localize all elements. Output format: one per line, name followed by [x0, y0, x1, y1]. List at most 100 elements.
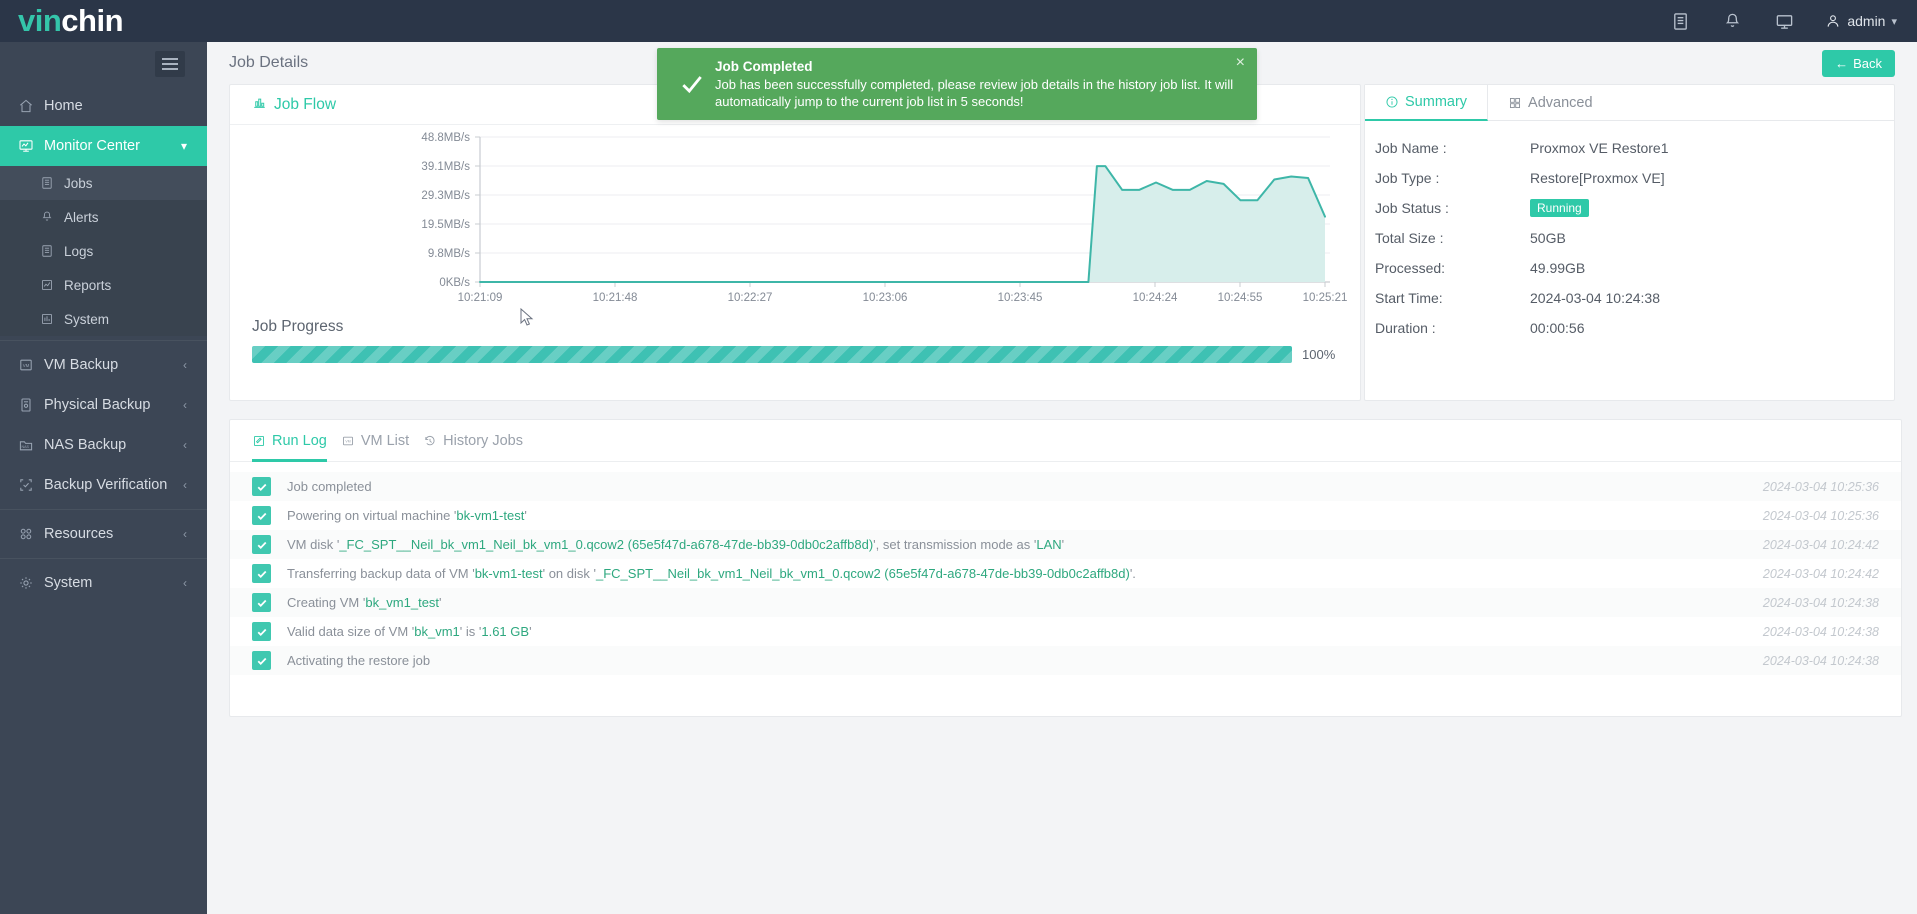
log-timestamp: 2024-03-04 10:24:42: [1762, 566, 1879, 581]
log-status-check-icon: [252, 477, 271, 496]
sidebar-item-system[interactable]: System ‹: [0, 563, 207, 603]
log-row: Job completed 2024-03-04 10:25:36: [230, 472, 1901, 501]
summary-row-job-status: Job Status : Running: [1365, 193, 1894, 223]
sidebar-item-label: Backup Verification: [44, 477, 168, 493]
runlog-icon: [253, 435, 265, 446]
brand-vin: vin: [18, 3, 62, 38]
chevron-left-icon: ‹: [183, 576, 187, 590]
sidebar-item-nas-backup[interactable]: NAS NAS Backup ‹: [0, 425, 207, 465]
log-panel: Run Log VM VM List History Jobs Job comp…: [229, 419, 1902, 717]
bell-icon[interactable]: [1721, 10, 1743, 32]
tab-advanced[interactable]: Advanced: [1488, 85, 1613, 120]
log-status-check-icon: [252, 506, 271, 525]
vmlist-icon: VM: [342, 436, 353, 445]
summary-key: Job Name :: [1375, 140, 1447, 156]
summary-key: Job Type :: [1375, 170, 1440, 186]
chevron-down-icon: ▾: [180, 139, 187, 153]
tab-vm-list[interactable]: VM VM List: [341, 420, 409, 462]
monitor-icon[interactable]: [1773, 10, 1795, 32]
sidebar-item-home[interactable]: Home: [0, 86, 207, 126]
sidebar-item-alerts[interactable]: Alerts: [0, 200, 207, 234]
log-timestamp: 2024-03-04 10:24:38: [1762, 624, 1879, 639]
grid-icon: [1510, 97, 1521, 108]
job-flow-chart: 48.8MB/s 39.1MB/s 29.3MB/s 19.5MB/s 9.8M…: [230, 125, 1362, 326]
sidebar-subitem-label: Jobs: [64, 175, 93, 191]
history-icon: [425, 435, 435, 445]
nas-icon: NAS: [18, 437, 44, 453]
menu-toggle-button[interactable]: [155, 51, 185, 77]
summary-row-processed: Processed: 49.99GB: [1365, 253, 1894, 283]
tab-summary[interactable]: Summary: [1365, 85, 1489, 121]
sidebar-item-logs[interactable]: Logs: [0, 234, 207, 268]
log-timestamp: 2024-03-04 10:24:38: [1762, 653, 1879, 668]
monitor-center-icon: [18, 138, 44, 154]
job-flow-panel: Job Flow 48.8MB/s 39.1MB/s 29.3MB/s 19.5…: [229, 84, 1361, 401]
job-progress-row: 100%: [252, 346, 1338, 363]
chevron-left-icon: ‹: [183, 438, 187, 452]
log-message: Job completed: [287, 479, 372, 494]
x-tick-label: 10:22:27: [728, 292, 773, 304]
check-icon: [673, 71, 711, 97]
chart-icon: [252, 95, 267, 115]
log-row-list: Job completed 2024-03-04 10:25:36 Powering…: [230, 462, 1901, 675]
y-tick-label: 0KB/s: [439, 277, 470, 289]
summary-tabs: Summary Advanced: [1365, 85, 1894, 121]
summary-key: Job Status :: [1375, 200, 1449, 216]
y-tick-label: 39.1MB/s: [421, 161, 470, 173]
log-status-check-icon: [252, 651, 271, 670]
sidebar-item-backup-verification[interactable]: Backup Verification ‹: [0, 465, 207, 505]
chevron-down-icon: ▾: [1891, 15, 1897, 28]
log-message: Creating VM 'bk_vm1_test': [287, 595, 442, 610]
brand-chin: chin: [61, 3, 124, 38]
x-tick-label: 10:25:21: [1303, 292, 1348, 304]
chevron-left-icon: ‹: [183, 478, 187, 492]
job-flow-title: Job Flow: [274, 95, 337, 113]
log-timestamp: 2024-03-04 10:24:38: [1762, 595, 1879, 610]
progress-bar-track: [252, 346, 1292, 363]
list-icon[interactable]: [1669, 10, 1691, 32]
close-icon[interactable]: ×: [1236, 55, 1245, 71]
log-status-check-icon: [252, 564, 271, 583]
sidebar-item-vm-backup[interactable]: VM VM Backup ‹: [0, 345, 207, 385]
summary-key: Processed:: [1375, 260, 1446, 276]
summary-key: Start Time:: [1375, 290, 1443, 306]
sidebar-item-resources[interactable]: Resources ‹: [0, 514, 207, 554]
sidebar-divider: [0, 558, 207, 559]
tab-run-log[interactable]: Run Log: [252, 420, 327, 462]
log-row: VM disk '_FC_SPT__Neil_bk_vm1_Neil_bk_vm…: [230, 530, 1901, 559]
page-title: Job Details: [229, 54, 309, 71]
system-chart-icon: [40, 312, 64, 326]
sidebar-item-label: VM Backup: [44, 357, 119, 373]
log-row: Valid data size of VM 'bk_vm1' is '1.61 …: [230, 617, 1901, 646]
jobs-icon: [40, 176, 64, 190]
summary-row-start-time: Start Time: 2024-03-04 10:24:38: [1365, 283, 1894, 313]
tab-history-jobs[interactable]: History Jobs: [423, 420, 523, 462]
tab-run-log-label: Run Log: [272, 432, 327, 449]
sidebar-item-reports[interactable]: Reports: [0, 268, 207, 302]
tab-advanced-label: Advanced: [1528, 94, 1593, 111]
summary-value: 49.99GB: [1530, 260, 1586, 276]
job-completed-toast: Job Completed Job has been successfully …: [657, 48, 1257, 120]
back-button[interactable]: ← Back: [1822, 49, 1895, 77]
top-bar-icons: admin ▾: [1669, 10, 1917, 32]
hamburger-line: [162, 63, 178, 65]
toast-title: Job Completed: [715, 58, 813, 74]
user-menu[interactable]: admin ▾: [1825, 13, 1897, 29]
sidebar-item-system-monitor[interactable]: System: [0, 302, 207, 336]
sidebar-subitem-label: Alerts: [64, 209, 99, 225]
sidebar-item-physical-backup[interactable]: Physical Backup ‹: [0, 385, 207, 425]
info-icon: [1386, 96, 1398, 108]
summary-value: 2024-03-04 10:24:38: [1530, 290, 1660, 306]
log-message: Powering on virtual machine 'bk-vm1-test…: [287, 508, 527, 523]
sidebar: Home Monitor Center ▾ Jobs Alerts Logs R…: [0, 42, 207, 914]
brand-text: vinchin: [18, 3, 124, 39]
svg-text:VM: VM: [345, 439, 350, 443]
chevron-left-icon: ‹: [183, 527, 187, 541]
sidebar-item-jobs[interactable]: Jobs: [0, 166, 207, 200]
vm-icon: VM: [18, 357, 44, 373]
summary-key: Duration :: [1375, 320, 1436, 336]
hamburger-line: [162, 58, 178, 60]
sidebar-item-monitor-center[interactable]: Monitor Center ▾: [0, 126, 207, 166]
x-axis-ticks: 10:21:09 10:21:48 10:22:27 10:23:06 10:2…: [458, 282, 1348, 304]
brand-logo[interactable]: vinchin: [0, 0, 207, 42]
